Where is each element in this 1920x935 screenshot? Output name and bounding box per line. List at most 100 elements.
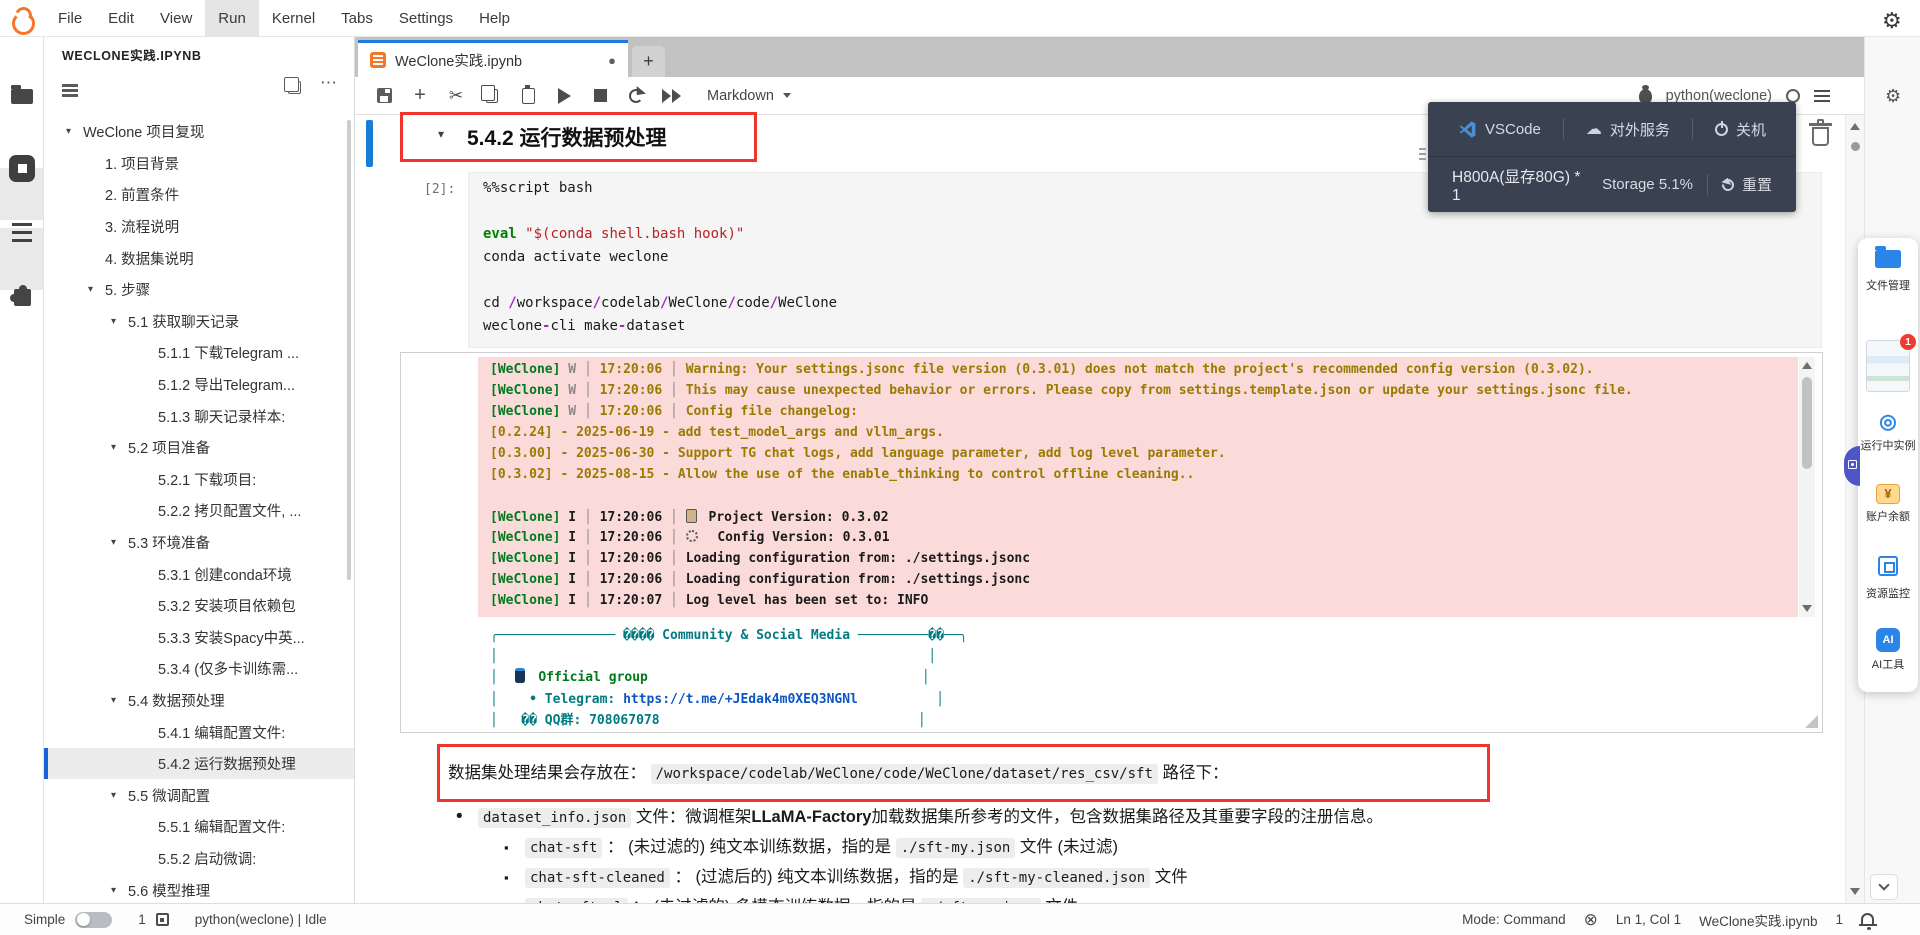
chevron-down-icon[interactable] <box>111 316 128 327</box>
toc-item[interactable]: 5.3.1 创建conda环境 <box>44 558 354 590</box>
dock-item-file-manager[interactable]: 文件管理 <box>1858 250 1918 293</box>
cut-cell-button[interactable] <box>447 87 465 105</box>
external-service-button[interactable]: ☁ 对外服务 <box>1586 119 1670 140</box>
dock-item-account-balance[interactable]: ¥ 账户余额 <box>1858 484 1918 524</box>
toc-item[interactable]: 5.4.2 运行数据预处理 <box>44 748 354 780</box>
scroll-down-icon[interactable] <box>1850 888 1860 895</box>
vscode-button[interactable]: VSCode <box>1458 120 1541 139</box>
notebook-tab[interactable]: WeClone实践.ipynb ● <box>358 40 628 77</box>
toc-item[interactable]: 4. 数据集说明 <box>44 242 354 274</box>
paste-cell-button[interactable] <box>519 87 537 105</box>
output-scrollbar[interactable] <box>1799 357 1815 617</box>
menu-item[interactable]: Edit <box>95 0 147 37</box>
toc-item[interactable]: 3. 流程说明 <box>44 211 354 243</box>
file-browser-icon[interactable] <box>11 89 33 104</box>
cursor-position[interactable]: Ln 1, Col 1 <box>1616 912 1681 927</box>
settings-gear-icon[interactable]: ⚙ <box>1882 8 1902 34</box>
more-options-icon[interactable]: ⋯ <box>320 73 338 93</box>
kernel-chip-icon[interactable] <box>156 913 169 926</box>
bell-icon[interactable] <box>1861 913 1874 924</box>
toc-item[interactable]: 5.3.3 安装Spacy中英... <box>44 622 354 654</box>
restart-run-all-button[interactable] <box>663 87 681 105</box>
vscode-label: VSCode <box>1485 121 1541 138</box>
panel-drag-handle[interactable] <box>1419 148 1426 150</box>
cell-type-dropdown[interactable]: Markdown <box>707 88 791 104</box>
toc-item[interactable]: 5.3 环境准备 <box>44 527 354 559</box>
new-tab-button[interactable]: + <box>632 46 665 77</box>
chevron-down-icon[interactable] <box>111 790 128 801</box>
dock-item-resource-monitor[interactable]: 资源监控 <box>1858 556 1918 601</box>
dock-item-ai-tools[interactable]: AI AI工具 <box>1858 628 1918 672</box>
toc-item[interactable]: 5.1.2 导出Telegram... <box>44 369 354 401</box>
menu-item[interactable]: View <box>147 0 205 37</box>
toc-item-label: 5.5.2 启动微调: <box>158 848 256 869</box>
toc-item[interactable]: 5. 步骤 <box>44 274 354 306</box>
chevron-down-icon[interactable] <box>88 284 105 295</box>
shutdown-button[interactable]: 关机 <box>1715 119 1766 140</box>
chevron-down-icon[interactable] <box>111 537 128 548</box>
extensions-icon[interactable] <box>14 289 31 306</box>
menu-item[interactable]: File <box>45 0 95 37</box>
toc-item[interactable]: 5.5.1 编辑配置文件: <box>44 811 354 843</box>
toc-item[interactable]: 5.1.1 下载Telegram ... <box>44 337 354 369</box>
scroll-down-icon[interactable] <box>1802 605 1812 612</box>
add-cell-button[interactable] <box>411 87 429 105</box>
chevron-down-icon[interactable] <box>111 885 128 896</box>
menu-item[interactable]: Kernel <box>259 0 328 37</box>
scrollbar-thumb[interactable] <box>1851 142 1860 151</box>
scroll-up-icon[interactable] <box>1802 362 1812 369</box>
reset-button[interactable]: 重置 <box>1722 174 1772 195</box>
toc-item[interactable]: 5.2.1 下载项目: <box>44 464 354 496</box>
toc-item[interactable]: 5.1.3 聊天记录样本: <box>44 400 354 432</box>
copy-cell-button[interactable] <box>483 87 501 105</box>
extensions-icon-cell[interactable] <box>0 228 43 290</box>
sidebar-scrollbar[interactable] <box>347 120 351 580</box>
toc-item[interactable]: 5.3.2 安装项目依赖包 <box>44 590 354 622</box>
toc-item[interactable]: 5.6 模型推理 <box>44 874 354 903</box>
ai-tools-icon: AI <box>1876 628 1900 652</box>
chevron-down-icon[interactable] <box>66 126 83 137</box>
scroll-bottom-button[interactable] <box>1870 874 1898 900</box>
toc-item[interactable]: 5.3.4 (仅多卡训练需... <box>44 653 354 685</box>
mode-indicator[interactable]: Mode: Command <box>1462 912 1566 927</box>
toc-item[interactable]: 2. 前置条件 <box>44 179 354 211</box>
simple-mode-toggle[interactable] <box>75 912 112 928</box>
toc-item[interactable]: 5.4.1 编辑配置文件: <box>44 716 354 748</box>
delete-instance-button[interactable] <box>1806 118 1836 152</box>
heading-collapse-arrow-icon[interactable]: ▾ <box>438 127 444 141</box>
toc-item[interactable]: 5.2 项目准备 <box>44 432 354 464</box>
run-cell-button[interactable] <box>555 87 573 105</box>
trust-shield-icon[interactable]: ⊗ <box>1584 910 1598 930</box>
toc-item[interactable]: 5.2.2 拷贝配置文件, ... <box>44 495 354 527</box>
toc-list-icon[interactable] <box>62 84 78 87</box>
table-of-contents-icon[interactable] <box>12 223 32 226</box>
save-button[interactable] <box>375 87 393 105</box>
hamburger-menu-icon[interactable] <box>1814 90 1830 93</box>
output-resize-grip[interactable] <box>1805 715 1818 728</box>
chevron-down-icon[interactable] <box>111 442 128 453</box>
preferences-gear-icon[interactable]: ⚙ <box>1885 86 1901 107</box>
toc-item[interactable]: 5.4 数据预处理 <box>44 685 354 717</box>
menu-item[interactable]: Settings <box>386 0 466 37</box>
scrollbar-thumb[interactable] <box>1802 377 1812 469</box>
restart-kernel-button[interactable] <box>627 87 645 105</box>
dock-item-running-instance[interactable]: ◎ 运行中实例 <box>1858 412 1918 453</box>
toc-item[interactable]: 1. 项目背景 <box>44 148 354 180</box>
kernel-status[interactable]: python(weclone) | Idle <box>195 912 327 927</box>
stop-kernel-button[interactable] <box>591 87 609 105</box>
toc-item[interactable]: 5.1 获取聊天记录 <box>44 306 354 338</box>
toc-item[interactable]: 5.5 微调配置 <box>44 779 354 811</box>
scroll-up-icon[interactable] <box>1850 123 1860 130</box>
unsaved-dot-icon[interactable]: ● <box>608 53 616 68</box>
toc-item[interactable]: 5.5.2 启动微调: <box>44 843 354 875</box>
menu-item[interactable]: Help <box>466 0 523 37</box>
running-kernels-icon[interactable] <box>9 155 35 182</box>
copy-panel-icon[interactable] <box>288 81 301 94</box>
section-heading[interactable]: 5.4.2 运行数据预处理 <box>467 122 667 152</box>
menu-item[interactable]: Tabs <box>328 0 386 37</box>
markdown-paragraph[interactable]: 数据集处理结果会存放在： /workspace/codelab/WeClone/… <box>448 756 1228 790</box>
menu-item[interactable]: Run <box>205 0 259 37</box>
chevron-down-icon[interactable] <box>111 695 128 706</box>
kernel-status-circle-icon[interactable] <box>1786 89 1800 103</box>
toc-item[interactable]: WeClone 项目复现 <box>44 116 354 148</box>
